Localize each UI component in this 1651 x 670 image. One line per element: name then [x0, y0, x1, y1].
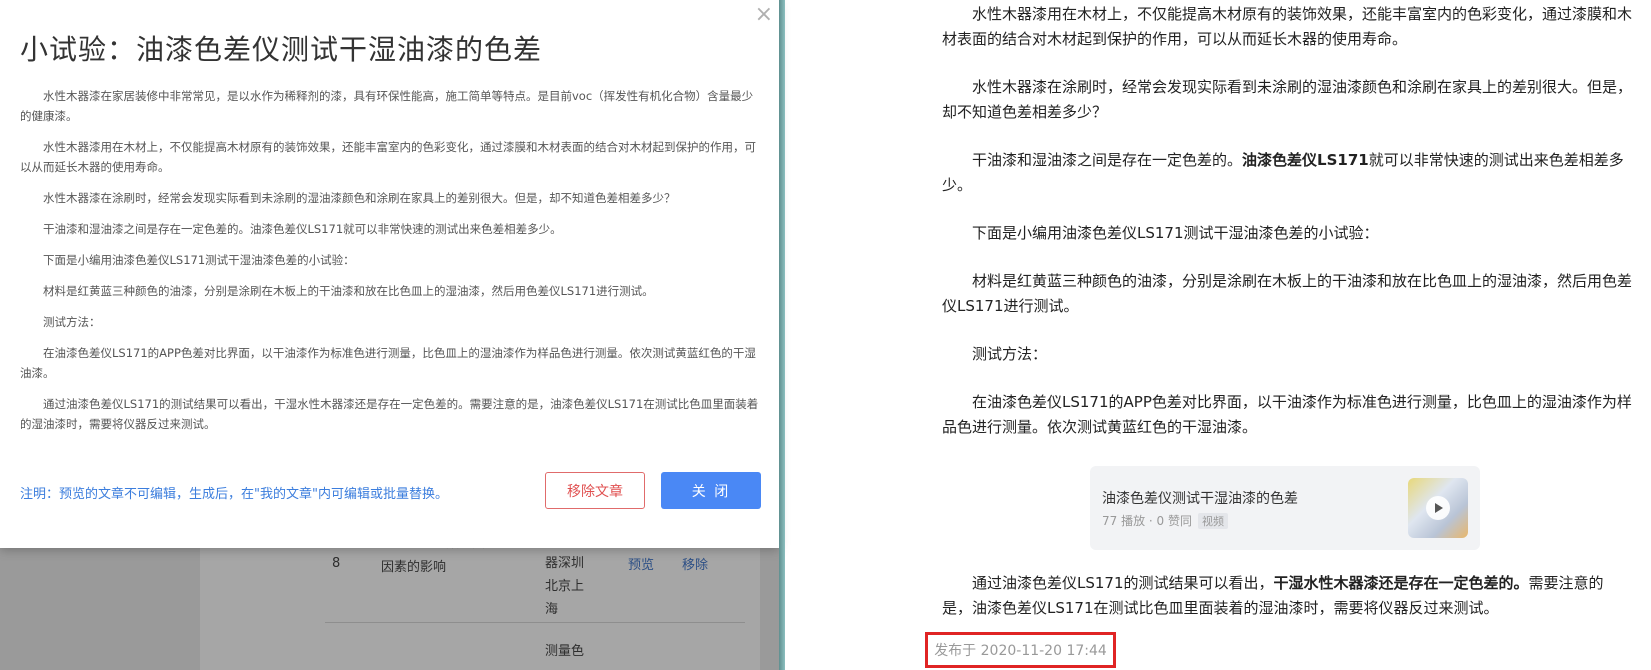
next-row-keyword: 测量色 — [545, 644, 585, 659]
play-icon[interactable] — [1426, 496, 1450, 520]
article-bold-text: 油漆色差仪LS171 — [1242, 151, 1369, 169]
row-preview-link[interactable]: 预览 — [628, 554, 654, 573]
modal-paragraph: 水性木器漆用在木材上，不仅能提高木材原有的装饰效果，还能丰富室内的色彩变化，通过… — [20, 140, 756, 174]
article-paragraph: 测试方法： — [972, 345, 1048, 363]
modal-paragraph: 通过油漆色差仪LS171的测试结果可以看出，干湿水性木器漆还是存在一定色差的。需… — [20, 397, 759, 431]
table-row-divider — [325, 622, 745, 623]
video-title: 油漆色差仪测试干湿油漆的色差 — [1102, 491, 1298, 507]
row-number: 8 — [332, 556, 341, 571]
article-paragraph: 材料是红黄蓝三种颜色的油漆，分别是涂刷在木板上的干油漆和放在比色皿上的湿油漆，然… — [942, 272, 1633, 315]
modal-paragraph: 水性木器漆在涂刷时，经常会发现实际看到未涂刷的湿油漆颜色和涂刷在家具上的差别很大… — [43, 191, 676, 205]
article-paragraph: 水性木器漆在涂刷时，经常会发现实际看到未涂刷的湿油漆颜色和涂刷在家具上的差别很大… — [942, 78, 1633, 121]
modal-title: 小试验：油漆色差仪测试干湿油漆的色差 — [20, 33, 543, 66]
article-paragraph: 在油漆色差仪LS171的APP色差对比界面，以干油漆作为标准色进行测量，比色皿上… — [942, 393, 1632, 436]
video-card[interactable]: 油漆色差仪测试干湿油漆的色差 77 播放 · 0 赞同 视频 — [1090, 466, 1480, 550]
video-stats: 77 播放 · 0 赞同 — [1102, 514, 1192, 528]
article-paragraph: 通过油漆色差仪LS171的测试结果可以看出，干湿水性木器漆还是存在一定色差的。需… — [942, 571, 1632, 621]
modal-paragraph: 在油漆色差仪LS171的APP色差对比界面，以干油漆作为标准色进行测量，比色皿上… — [20, 346, 756, 380]
row-keyword-3: 海 — [545, 602, 559, 617]
publish-date: 发布于 2020-11-20 17:44 — [925, 632, 1116, 668]
video-tag: 视频 — [1197, 513, 1228, 529]
modal-paragraph: 测试方法： — [43, 315, 101, 329]
modal-paragraph: 下面是小编用油漆色差仪LS171测试干湿油漆色差的小试验： — [43, 253, 355, 267]
article-content-continued: 通过油漆色差仪LS171的测试结果可以看出，干湿水性木器漆还是存在一定色差的。需… — [942, 571, 1632, 621]
modal-paragraph: 干油漆和湿油漆之间是存在一定色差的。油漆色差仪LS171就可以非常快速的测试出来… — [43, 222, 562, 236]
article-text: 干油漆和湿油漆之间是存在一定色差的。 — [972, 151, 1243, 169]
row-title-line-2: 因素的影响 — [381, 560, 447, 575]
video-thumbnail[interactable] — [1408, 478, 1468, 538]
modal-article-body: 水性木器漆在家居装修中非常常见，是以水作为稀释剂的漆，具有环保性能高，施工简单等… — [20, 86, 760, 445]
article-text: 通过油漆色差仪LS171的测试结果可以看出， — [972, 574, 1274, 592]
modal-note: 注明：预览的文章不可编辑，生成后，在"我的文章"内可编辑或批量替换。 — [20, 487, 448, 502]
video-meta: 77 播放 · 0 赞同 视频 — [1102, 512, 1228, 529]
article-paragraph: 干油漆和湿油漆之间是存在一定色差的。油漆色差仪LS171就可以非常快速的测试出来… — [942, 148, 1632, 198]
modal-paragraph: 水性木器漆在家居装修中非常常见，是以水作为稀释剂的漆，具有环保性能高，施工简单等… — [20, 89, 754, 123]
article-paragraph: 水性木器漆用在木材上，不仅能提高木材原有的装饰效果，还能丰富室内的色彩变化，通过… — [942, 5, 1633, 48]
close-button[interactable]: 关 闭 — [661, 472, 761, 509]
article-content: 水性木器漆用在木材上，不仅能提高木材原有的装饰效果，还能丰富室内的色彩变化，通过… — [942, 2, 1632, 463]
modal-paragraph: 材料是红黄蓝三种颜色的油漆，分别是涂刷在木板上的干油漆和放在比色皿上的湿油漆，然… — [43, 284, 654, 298]
row-remove-link[interactable]: 移除 — [682, 554, 708, 573]
split-divider[interactable] — [779, 0, 785, 670]
article-preview-modal: × 小试验：油漆色差仪测试干湿油漆的色差 水性木器漆在家居装修中非常常见，是以水… — [0, 0, 779, 548]
row-keyword-1: 器深圳 — [545, 556, 585, 571]
close-icon[interactable]: × — [755, 4, 773, 26]
remove-article-button[interactable]: 移除文章 — [545, 472, 645, 509]
row-keyword-2: 北京上 — [545, 579, 585, 594]
article-paragraph: 下面是小编用油漆色差仪LS171测试干湿油漆色差的小试验： — [972, 224, 1379, 242]
article-bold-text: 干湿水性木器漆还是存在一定色差的。 — [1273, 574, 1529, 592]
